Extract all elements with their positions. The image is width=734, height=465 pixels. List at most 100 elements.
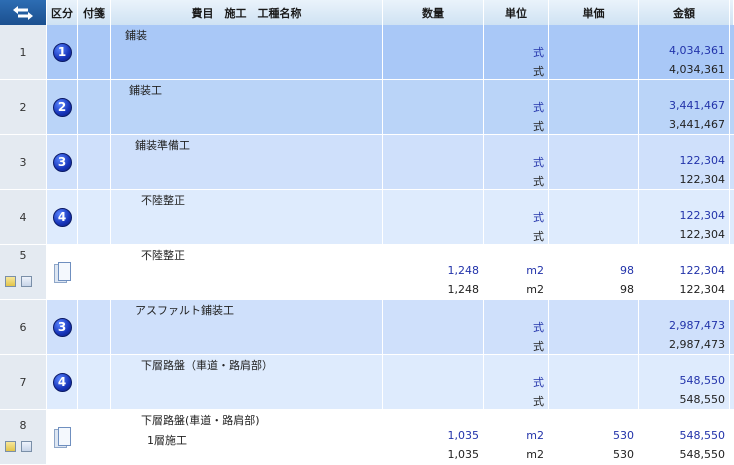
- unit-price-cell[interactable]: [549, 135, 639, 189]
- unit-secondary: 式: [533, 340, 544, 353]
- amount-cell[interactable]: 122,304 122,304: [639, 190, 730, 244]
- quantity-cell[interactable]: [383, 135, 484, 189]
- unit-cell[interactable]: 式式: [484, 80, 549, 134]
- unit-price-cell[interactable]: 98 98: [549, 245, 639, 299]
- item-name: 鋪装工: [129, 84, 162, 97]
- fusen-cell[interactable]: [78, 355, 111, 409]
- name-cell[interactable]: 下層路盤(車道・路肩部) 1層施工: [111, 410, 383, 464]
- unit-cell[interactable]: 式式: [484, 25, 549, 79]
- amount-cell[interactable]: 3,441,467 3,441,467: [639, 80, 730, 134]
- edit-tag-icon[interactable]: [5, 276, 16, 287]
- kubun-cell[interactable]: [47, 245, 78, 299]
- row-number-cell[interactable]: 4: [0, 190, 47, 244]
- kubun-cell[interactable]: 1: [47, 25, 78, 79]
- fusen-cell[interactable]: [78, 25, 111, 79]
- quantity-cell[interactable]: [383, 300, 484, 354]
- header-fusen[interactable]: 付箋: [78, 0, 111, 25]
- kubun-cell[interactable]: 2: [47, 80, 78, 134]
- unit-primary: 式: [533, 321, 544, 334]
- quantity-cell[interactable]: [383, 190, 484, 244]
- fusen-cell[interactable]: [78, 190, 111, 244]
- kubun-cell[interactable]: 3: [47, 300, 78, 354]
- amount-cell[interactable]: 122,304 122,304: [639, 245, 730, 299]
- table-row[interactable]: 5 不陸整正 1,248 1,248 m2 m2 98 98 122,304 122,3…: [0, 245, 734, 300]
- quantity-secondary: 1,035: [447, 448, 480, 461]
- name-cell[interactable]: 下層路盤（車道・路肩部）: [111, 355, 383, 409]
- quantity-cell[interactable]: 1,248 1,248: [383, 245, 484, 299]
- unit-cell[interactable]: m2 m2: [484, 410, 549, 464]
- row-number-cell[interactable]: 6: [0, 300, 47, 354]
- fusen-cell[interactable]: [78, 245, 111, 299]
- fusen-cell[interactable]: [78, 135, 111, 189]
- name-cell[interactable]: 不陸整正: [111, 190, 383, 244]
- table-row[interactable]: 8 下層路盤(車道・路肩部) 1層施工 1,035 1,035 m2 m2 530 5…: [0, 410, 734, 465]
- amount-primary: 3,441,467: [669, 99, 725, 112]
- fusen-cell[interactable]: [78, 300, 111, 354]
- amount-cell[interactable]: 548,550 548,550: [639, 410, 730, 464]
- name-cell[interactable]: 鋪装工: [111, 80, 383, 134]
- header-kubun[interactable]: 区分: [47, 0, 78, 25]
- kubun-cell[interactable]: [47, 410, 78, 464]
- unit-price-cell[interactable]: 530 530: [549, 410, 639, 464]
- unit-price-cell[interactable]: [549, 355, 639, 409]
- kubun-cell[interactable]: 3: [47, 135, 78, 189]
- table-row[interactable]: 2 2 鋪装工 式式 3,441,467 3,441,467: [0, 80, 734, 135]
- fusen-cell[interactable]: [78, 80, 111, 134]
- quantity-cell[interactable]: [383, 355, 484, 409]
- detail-list-icon[interactable]: [21, 441, 32, 452]
- table-row[interactable]: 4 4 不陸整正 式式 122,304 122,304: [0, 190, 734, 245]
- unit-price-cell[interactable]: [549, 25, 639, 79]
- unit-price-cell[interactable]: [549, 190, 639, 244]
- table-row[interactable]: 1 1 鋪装 式式 4,034,361 4,034,361: [0, 25, 734, 80]
- header-quantity[interactable]: 数量: [383, 0, 484, 25]
- unit-cell[interactable]: 式式: [484, 355, 549, 409]
- header-unit[interactable]: 単位: [484, 0, 549, 25]
- unit-cell[interactable]: 式式: [484, 190, 549, 244]
- grid-header: 区分 付箋 費目 施工 工種名称 数量 単位 単価 金額: [0, 0, 734, 25]
- kubun-cell[interactable]: 4: [47, 355, 78, 409]
- header-amount[interactable]: 金額: [639, 0, 730, 25]
- amount-cell[interactable]: 2,987,473 2,987,473: [639, 300, 730, 354]
- item-name: 下層路盤（車道・路肩部）: [141, 359, 273, 372]
- amount-secondary: 4,034,361: [669, 63, 725, 76]
- table-row[interactable]: 6 3 アスファルト鋪装工 式式 2,987,473 2,987,473: [0, 300, 734, 355]
- row-number-cell[interactable]: 3: [0, 135, 47, 189]
- amount-primary: 122,304: [679, 209, 726, 222]
- name-cell[interactable]: 不陸整正: [111, 245, 383, 299]
- name-cell[interactable]: 鋪装準備工: [111, 135, 383, 189]
- fusen-cell[interactable]: [78, 410, 111, 464]
- amount-primary: 122,304: [679, 154, 726, 167]
- unit-secondary: 式: [533, 65, 544, 78]
- kubun-cell[interactable]: 4: [47, 190, 78, 244]
- unit-price-cell[interactable]: [549, 80, 639, 134]
- header-unit-price[interactable]: 単価: [549, 0, 639, 25]
- item-name: アスファルト鋪装工: [135, 304, 234, 317]
- quantity-cell[interactable]: [383, 80, 484, 134]
- unit-price-primary: 530: [613, 429, 634, 442]
- amount-secondary: 122,304: [679, 228, 726, 241]
- row-number-cell[interactable]: 5: [0, 245, 47, 299]
- unit-price-cell[interactable]: [549, 300, 639, 354]
- name-cell[interactable]: 鋪装: [111, 25, 383, 79]
- unit-cell[interactable]: m2 m2: [484, 245, 549, 299]
- amount-cell[interactable]: 122,304 122,304: [639, 135, 730, 189]
- row-number-cell[interactable]: 8: [0, 410, 47, 464]
- edit-tag-icon[interactable]: [5, 441, 16, 452]
- unit-cell[interactable]: 式式: [484, 300, 549, 354]
- amount-cell[interactable]: 4,034,361 4,034,361: [639, 25, 730, 79]
- unit-cell[interactable]: 式式: [484, 135, 549, 189]
- row-number-cell[interactable]: 2: [0, 80, 47, 134]
- table-row[interactable]: 3 3 鋪装準備工 式式 122,304 122,304: [0, 135, 734, 190]
- name-cell[interactable]: アスファルト鋪装工: [111, 300, 383, 354]
- header-name[interactable]: 費目 施工 工種名称: [111, 0, 383, 25]
- table-row[interactable]: 7 4 下層路盤（車道・路肩部） 式式 548,550 548,550: [0, 355, 734, 410]
- quantity-cell[interactable]: 1,035 1,035: [383, 410, 484, 464]
- row-number-cell[interactable]: 7: [0, 355, 47, 409]
- unit-primary: 式: [533, 101, 544, 114]
- detail-list-icon[interactable]: [21, 276, 32, 287]
- amount-cell[interactable]: 548,550 548,550: [639, 355, 730, 409]
- amount-secondary: 548,550: [679, 448, 726, 461]
- swap-columns-button[interactable]: [0, 0, 47, 25]
- row-number-cell[interactable]: 1: [0, 25, 47, 79]
- quantity-cell[interactable]: [383, 25, 484, 79]
